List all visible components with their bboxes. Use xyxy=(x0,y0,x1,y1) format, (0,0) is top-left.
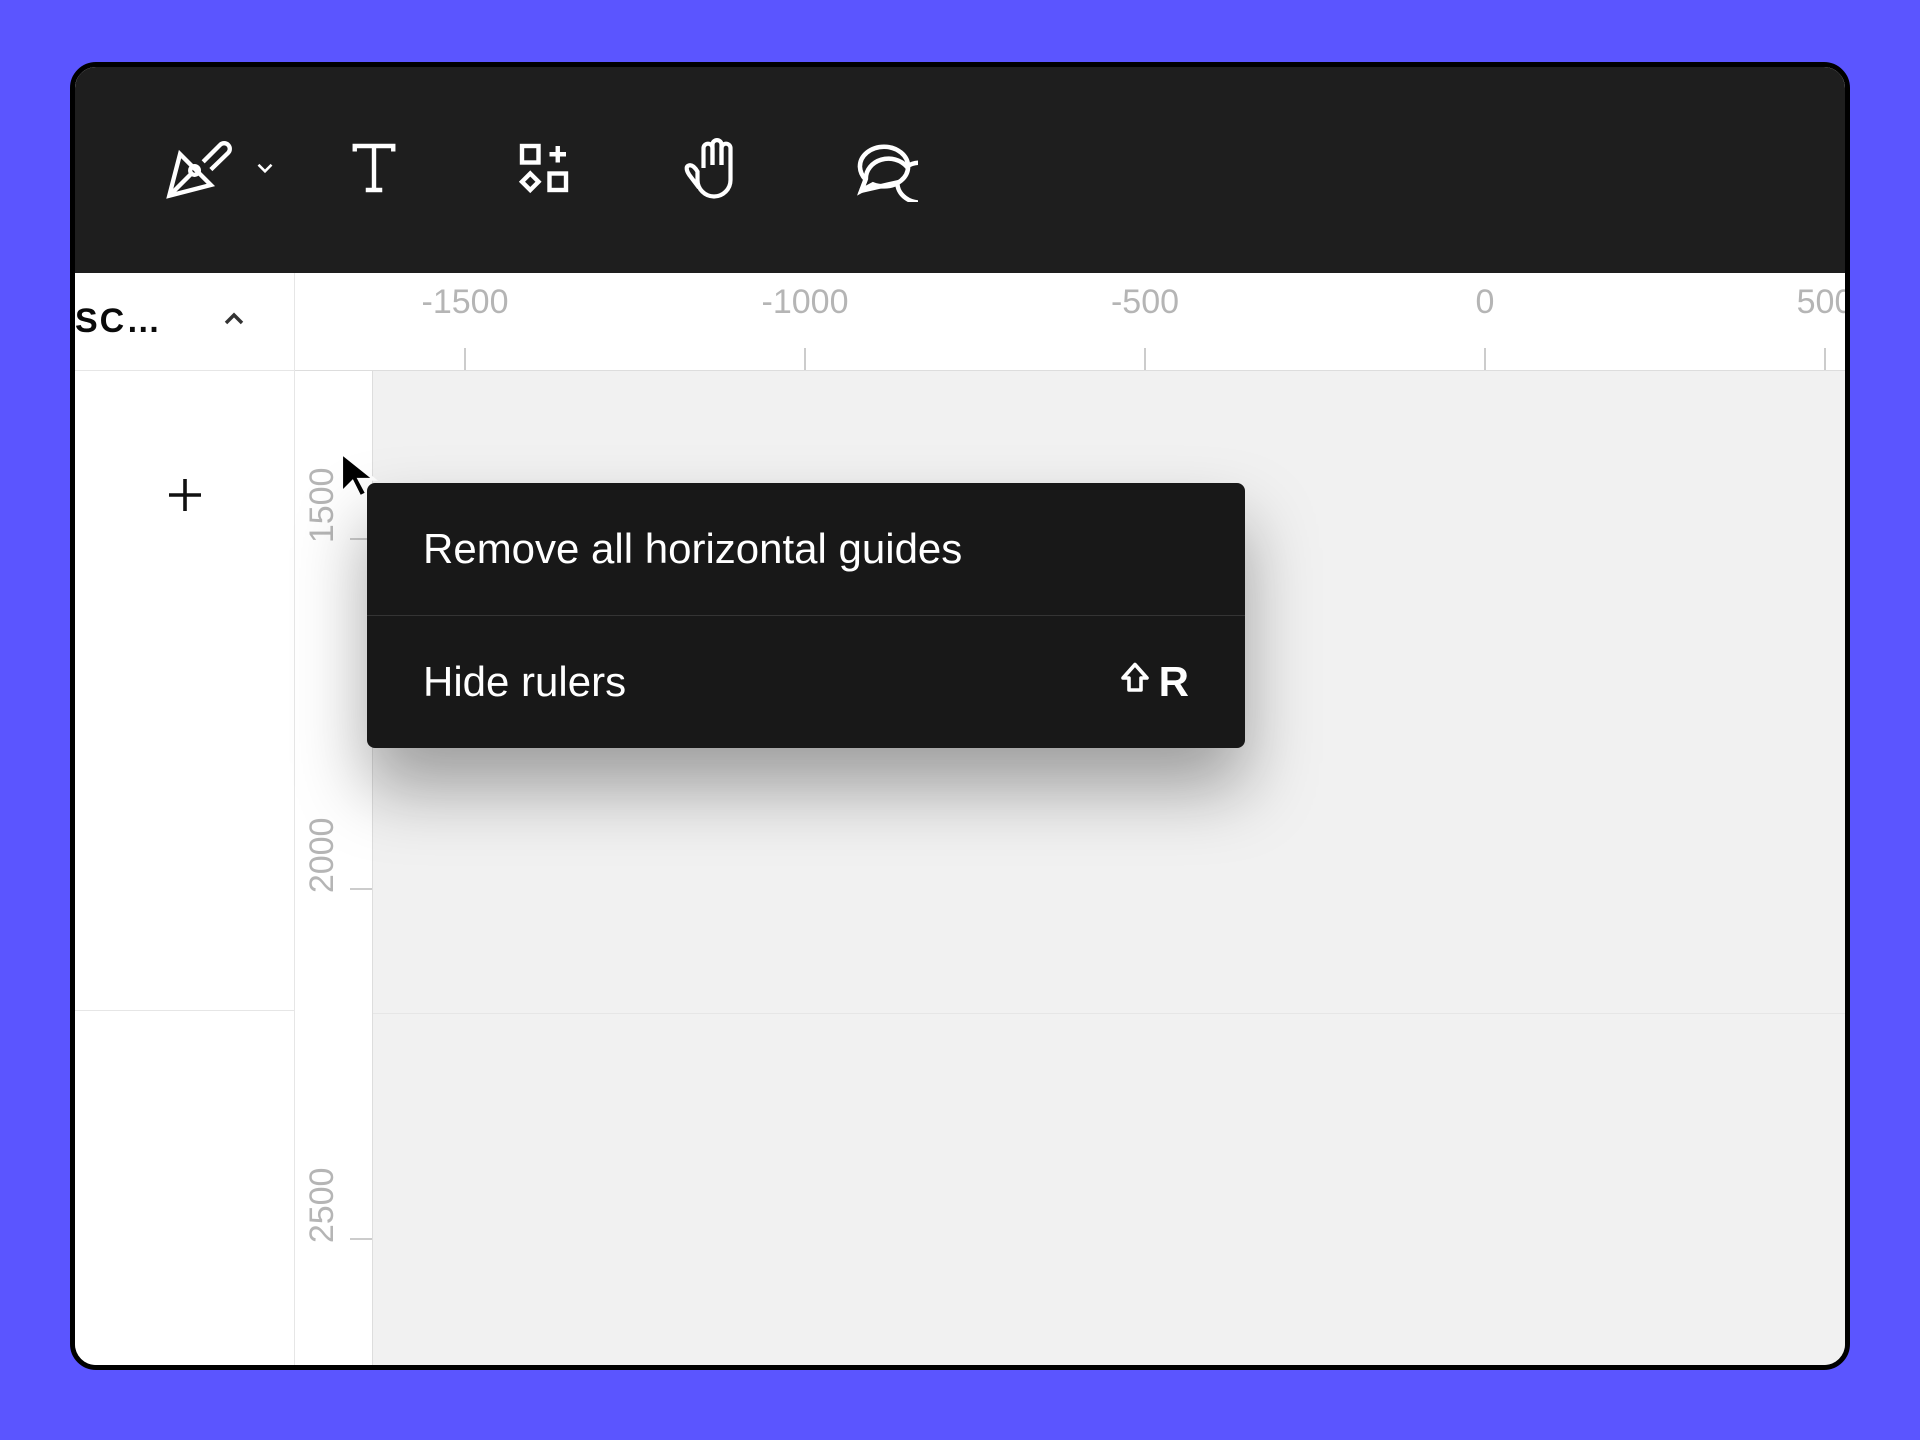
ruler-v-tick: 2500 xyxy=(303,1168,342,1244)
top-toolbar xyxy=(75,67,1845,273)
left-panel: SC… xyxy=(75,273,295,1365)
ruler-h-tick: -1000 xyxy=(762,283,849,322)
chevron-down-icon xyxy=(252,155,278,186)
comment-icon xyxy=(850,134,918,207)
ruler-h-tick: -1500 xyxy=(422,283,509,322)
context-menu: Remove all horizontal guides Hide rulers… xyxy=(367,483,1245,748)
menu-item-label: Remove all horizontal guides xyxy=(423,525,962,573)
ruler-h-tick: -500 xyxy=(1111,283,1179,322)
app-window: SC… -1500 -1000 -500 xyxy=(70,62,1850,1370)
comment-tool[interactable] xyxy=(799,130,969,210)
menu-remove-horizontal-guides[interactable]: Remove all horizontal guides xyxy=(367,483,1245,615)
panel-section-label: SC… xyxy=(75,302,162,341)
add-page-button[interactable] xyxy=(75,371,294,1011)
chevron-up-icon xyxy=(218,303,250,340)
hand-icon xyxy=(678,132,750,209)
text-tool[interactable] xyxy=(289,130,459,210)
menu-shortcut: R xyxy=(1117,658,1189,706)
ruler-h-tick: 500 xyxy=(1797,283,1850,322)
ruler-h-tick: 0 xyxy=(1476,283,1495,322)
canvas-divider xyxy=(373,1013,1845,1014)
plus-icon xyxy=(161,471,209,524)
menu-item-label: Hide rulers xyxy=(423,658,626,706)
canvas-area[interactable]: -1500 -1000 -500 0 500 1500 2000 2500 xyxy=(295,273,1845,1365)
pen-icon xyxy=(160,131,234,210)
panel-section-header[interactable]: SC… xyxy=(75,273,294,371)
ruler-v-tick: 2000 xyxy=(303,818,342,894)
menu-hide-rulers[interactable]: Hide rulers R xyxy=(367,616,1245,748)
components-tool[interactable] xyxy=(459,130,629,210)
vertical-ruler[interactable]: 1500 2000 2500 xyxy=(295,371,373,1365)
components-icon xyxy=(511,135,577,206)
text-icon xyxy=(341,135,407,206)
horizontal-ruler[interactable]: -1500 -1000 -500 0 500 xyxy=(295,273,1845,371)
workspace: SC… -1500 -1000 -500 xyxy=(75,273,1845,1365)
hand-tool[interactable] xyxy=(629,130,799,210)
shift-icon xyxy=(1117,658,1153,706)
shortcut-key: R xyxy=(1159,658,1189,706)
pen-tool[interactable] xyxy=(149,130,289,210)
